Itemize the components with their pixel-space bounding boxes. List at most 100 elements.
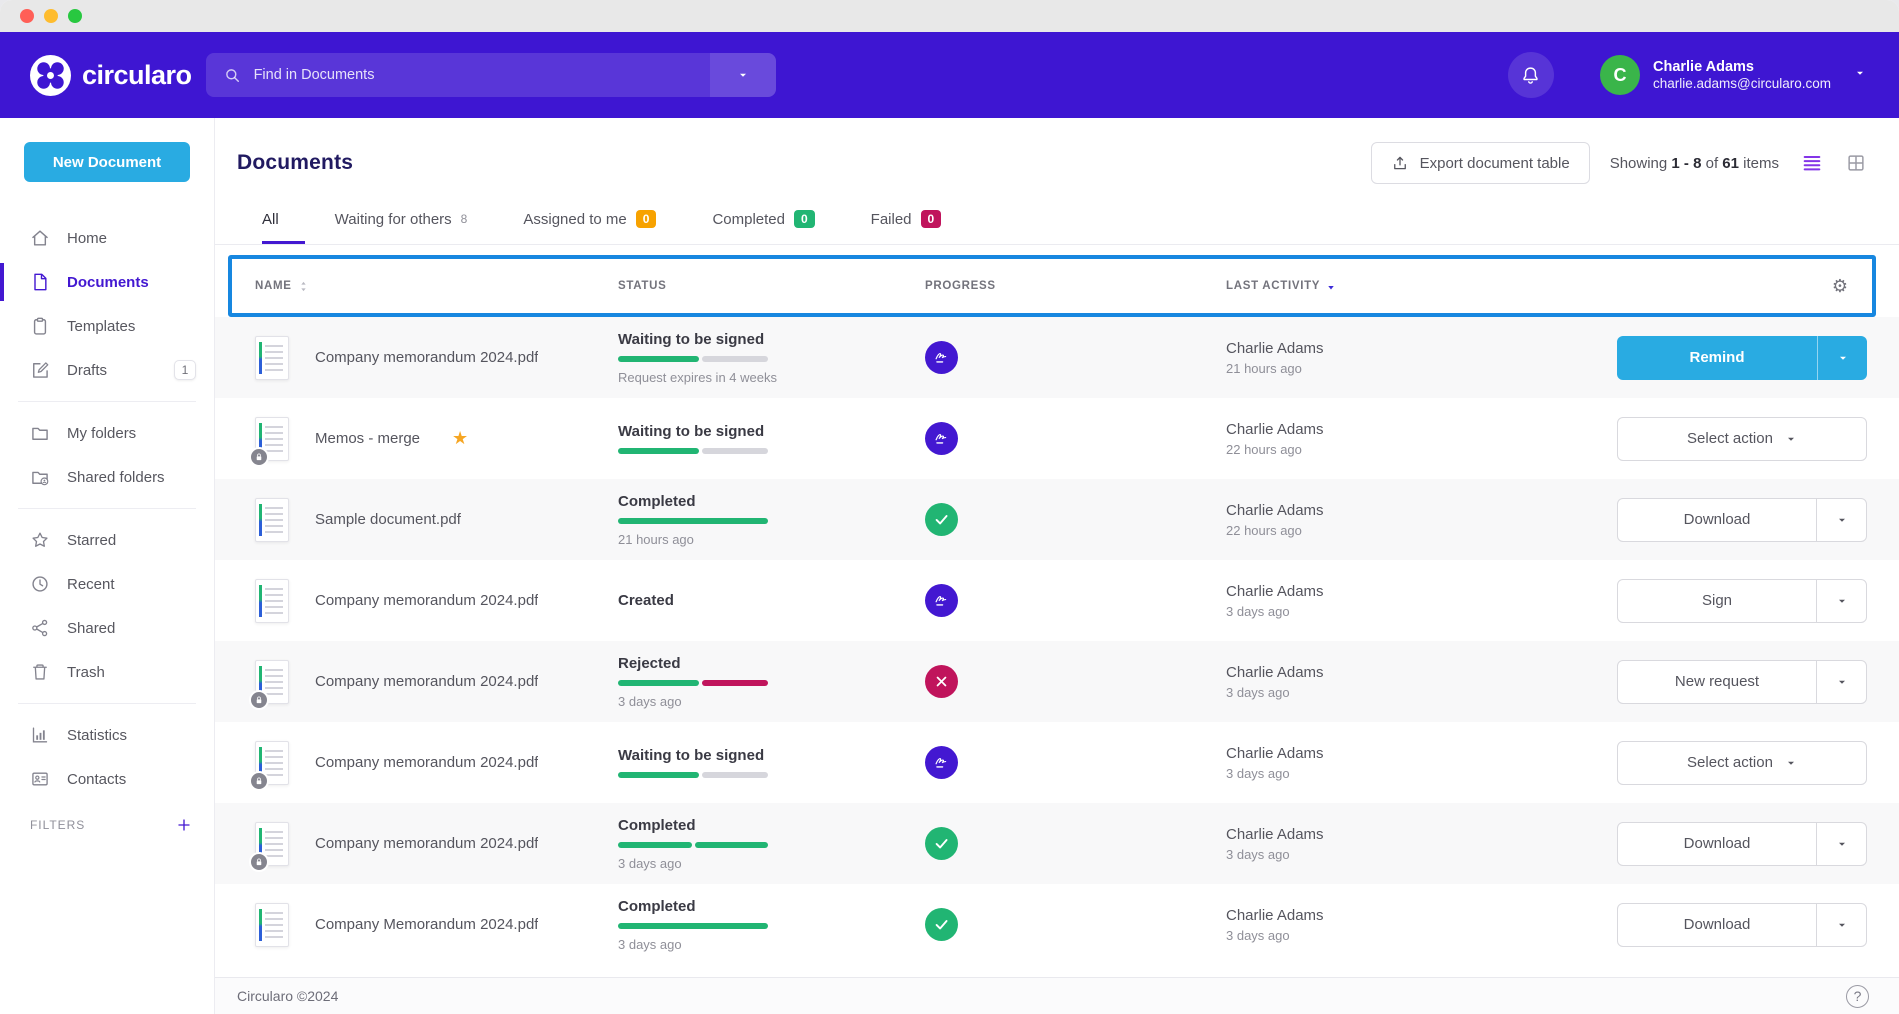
progress-bar [618, 448, 768, 454]
document-thumbnail [255, 417, 289, 461]
help-button[interactable]: ? [1846, 985, 1869, 1008]
tab-completed[interactable]: Completed 0 [712, 210, 840, 244]
add-filter-button[interactable] [176, 817, 192, 833]
sidebar-item-home[interactable]: Home [0, 216, 214, 260]
list-view-button[interactable] [1801, 152, 1823, 174]
new-document-button[interactable]: New Document [24, 142, 190, 182]
document-thumbnail [255, 579, 289, 623]
status-text: Waiting to be signed [618, 331, 925, 348]
notifications-button[interactable] [1508, 52, 1554, 98]
table-settings-gear-icon[interactable]: ⚙ [1832, 277, 1848, 295]
document-name: Company Memorandum 2024.pdf [315, 916, 538, 933]
column-header-name[interactable]: NAME [255, 280, 618, 293]
sidebar-item-my-folders[interactable]: My folders [0, 411, 214, 455]
sidebar-item-label: Home [67, 230, 107, 247]
select-action-button[interactable]: Select action [1617, 741, 1867, 785]
activity-time: 22 hours ago [1226, 442, 1610, 457]
table-row-6[interactable]: Company memorandum 2024.pdf ★ Waiting to… [215, 722, 1899, 803]
star-icon [30, 530, 50, 550]
sidebar-item-starred[interactable]: Starred [0, 518, 214, 562]
search-input[interactable] [254, 67, 710, 83]
sidebar-item-label: Shared [67, 620, 115, 637]
new-request-button[interactable]: New request [1617, 660, 1867, 704]
column-header-last-activity[interactable]: LAST ACTIVITY [1226, 280, 1832, 292]
showing-total: 61 [1722, 155, 1739, 172]
sign-button[interactable]: Sign [1617, 579, 1867, 623]
sidebar-item-recent[interactable]: Recent [0, 562, 214, 606]
sidebar-divider [18, 703, 196, 704]
column-header-status[interactable]: STATUS [618, 280, 925, 292]
sidebar-divider [18, 508, 196, 509]
action-dropdown-button[interactable] [1817, 904, 1866, 946]
activity-actor: Charlie Adams [1226, 583, 1610, 600]
table-row-3[interactable]: Sample document.pdf ★ Completed 21 hours… [215, 479, 1899, 560]
sidebar-item-shared[interactable]: Shared [0, 606, 214, 650]
action-dropdown-button[interactable] [1817, 580, 1866, 622]
page-footer: Circularo ©2024 ? [215, 977, 1899, 1014]
sidebar-item-drafts[interactable]: Drafts1 [0, 348, 214, 392]
progress-segment [618, 923, 768, 929]
grid-view-button[interactable] [1845, 152, 1867, 174]
progress-segment [618, 448, 699, 454]
showing-range: 1 - 8 [1671, 155, 1701, 172]
tab-label: Completed [712, 211, 785, 228]
activity-actor: Charlie Adams [1226, 421, 1610, 438]
document-name: Company memorandum 2024.pdf [315, 835, 538, 852]
action-dropdown-button[interactable] [1817, 661, 1866, 703]
sort-icon[interactable] [297, 280, 310, 293]
table-row-1[interactable]: Company memorandum 2024.pdf ★ Waiting to… [215, 317, 1899, 398]
remind-button[interactable]: Remind [1617, 336, 1867, 380]
sidebar-item-documents[interactable]: Documents [0, 260, 214, 304]
action-dropdown-button[interactable] [1818, 336, 1867, 380]
user-menu[interactable]: C Charlie Adams charlie.adams@circularo.… [1600, 55, 1866, 95]
progress-segment [695, 842, 769, 848]
tab-all[interactable]: All [262, 210, 305, 244]
action-dropdown-button[interactable] [1817, 823, 1866, 865]
document-name: Company memorandum 2024.pdf [315, 349, 538, 366]
download-button[interactable]: Download [1617, 822, 1867, 866]
table-row-4[interactable]: Company memorandum 2024.pdf ★ Created Ch… [215, 560, 1899, 641]
minimize-window-button[interactable] [44, 9, 58, 23]
status-subtext: 3 days ago [618, 856, 925, 871]
progress-segment [702, 448, 768, 454]
filters-label: FILTERS [30, 818, 85, 832]
sidebar-item-shared-folders[interactable]: Shared folders [0, 455, 214, 499]
action-dropdown-button[interactable] [1817, 499, 1866, 541]
activity-time: 3 days ago [1226, 604, 1610, 619]
sidebar-item-statistics[interactable]: Statistics [0, 713, 214, 757]
close-window-button[interactable] [20, 9, 34, 23]
progress-segment [618, 356, 699, 362]
sidebar-item-templates[interactable]: Templates [0, 304, 214, 348]
action-button-label: Remind [1689, 349, 1744, 366]
maximize-window-button[interactable] [68, 9, 82, 23]
progress-segment [618, 842, 692, 848]
table-row-5[interactable]: Company memorandum 2024.pdf ★ Rejected 3… [215, 641, 1899, 722]
signature-state-icon [925, 746, 958, 779]
sidebar-item-label: Templates [67, 318, 135, 335]
draft-icon [30, 360, 50, 380]
lock-icon [249, 852, 269, 872]
sidebar-item-label: My folders [67, 425, 136, 442]
column-header-progress[interactable]: PROGRESS [925, 280, 1226, 292]
download-button[interactable]: Download [1617, 903, 1867, 947]
select-action-button[interactable]: Select action [1617, 417, 1867, 461]
circularo-logo[interactable]: circularo [30, 55, 192, 96]
document-name: Sample document.pdf [315, 511, 461, 528]
table-row-8[interactable]: Company Memorandum 2024.pdf ★ Completed … [215, 884, 1899, 965]
table-row-2[interactable]: Memos - merge ★ Waiting to be signed Cha… [215, 398, 1899, 479]
sidebar-item-label: Recent [67, 576, 115, 593]
tab-failed[interactable]: Failed0 [871, 210, 968, 244]
tab-count-badge: 0 [794, 210, 815, 228]
search-scope-dropdown[interactable] [710, 53, 776, 97]
table-row-7[interactable]: Company memorandum 2024.pdf ★ Completed … [215, 803, 1899, 884]
activity-time: 3 days ago [1226, 685, 1610, 700]
sidebar-item-contacts[interactable]: Contacts [0, 757, 214, 801]
app-window: circularo C Charlie Adams charlie.adams@… [0, 0, 1899, 1014]
tab-waiting-for-others[interactable]: Waiting for others8 [335, 210, 494, 244]
progress-bar [618, 356, 768, 362]
export-document-table-button[interactable]: Export document table [1371, 142, 1590, 184]
tab-assigned-to-me[interactable]: Assigned to me0 [523, 210, 682, 244]
sidebar-item-trash[interactable]: Trash [0, 650, 214, 694]
document-thumbnail [255, 903, 289, 947]
download-button[interactable]: Download [1617, 498, 1867, 542]
